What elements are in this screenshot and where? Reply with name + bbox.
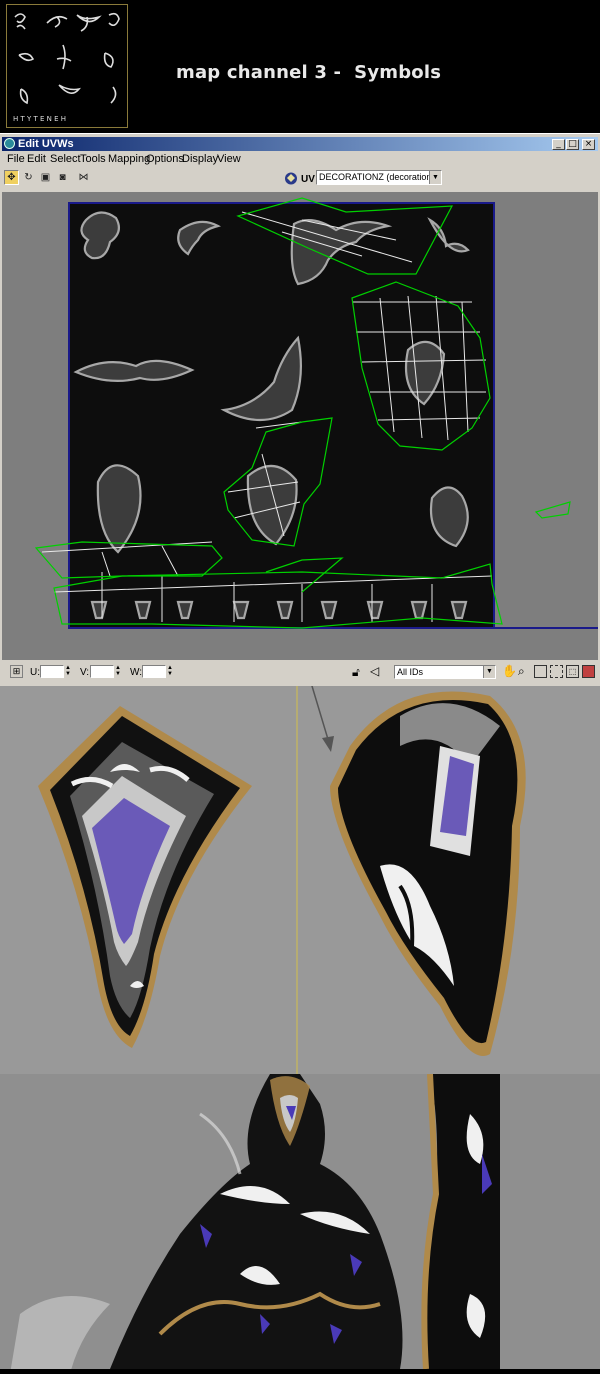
character-render (0, 1073, 600, 1374)
w-input[interactable] (142, 665, 166, 678)
texture-map-value: DECORATIONZ (decorationz.bi (319, 172, 442, 182)
menu-display[interactable]: Display (182, 153, 218, 165)
close-button[interactable]: × (582, 139, 595, 150)
channel-title: map channel 3 - Symbols (176, 62, 442, 83)
scale-tool-icon[interactable]: ▣ (38, 170, 53, 185)
texture-map-dropdown[interactable]: DECORATIONZ (decorationz.bi ▼ (316, 170, 442, 185)
window-titlebar[interactable]: Edit UVWs _ □ × (2, 137, 598, 151)
zoom-icon[interactable]: ⌕ (518, 664, 525, 679)
edit-uvws-window: Edit UVWs _ □ × File Edit Select Tools M… (0, 133, 600, 687)
uv-toolbar: ✥ ↻ ▣ ◙ ⋈ UV DECORATIONZ (decorationz.bi… (2, 168, 598, 190)
maximize-button[interactable]: □ (566, 139, 579, 150)
character-canvas (10, 1073, 500, 1374)
v-input[interactable] (90, 665, 114, 678)
menu-view[interactable]: View (217, 153, 241, 165)
menu-bar: File Edit Select Tools Mapping Options D… (2, 152, 598, 168)
paint-select-icon[interactable]: ◁ (370, 664, 379, 678)
menu-tools[interactable]: Tools (80, 153, 106, 165)
chevron-down-icon[interactable]: ▼ (429, 171, 441, 184)
menu-options[interactable]: Options (146, 153, 184, 165)
svg-text:H T Y T E N E H: H T Y T E N E H (13, 115, 66, 123)
header-banner: H T Y T E N E H map channel 3 - Symbols (0, 0, 600, 133)
helmet-render (330, 691, 526, 1056)
w-label: W: (130, 667, 143, 678)
shield-render (38, 706, 252, 1048)
rotate-tool-icon[interactable]: ↻ (21, 170, 36, 185)
menu-file[interactable]: File (7, 153, 25, 165)
lock-icon[interactable]: 🔓︎ (352, 665, 360, 680)
uv-canvas[interactable] (2, 192, 598, 660)
symbols-texture-thumbnail: H T Y T E N E H (6, 4, 128, 128)
uv-statusbar: ⊞ U: ▲ ▼ V: ▲ ▼ W: ▲ ▼ 🔓︎ ◁ All IDs ▼ ✋ ⌕ ⬚ (2, 661, 598, 683)
move-tool-icon[interactable]: ✥ (4, 170, 19, 185)
zoom-extents-icon[interactable] (550, 665, 563, 678)
u-spinner[interactable]: ▲ ▼ (64, 665, 72, 678)
material-id-value: All IDs (397, 667, 424, 677)
render-canvas (38, 645, 526, 1074)
checker-map-icon[interactable] (284, 172, 298, 185)
minimize-button[interactable]: _ (552, 139, 565, 150)
v-spinner[interactable]: ▲ ▼ (114, 665, 122, 678)
menu-edit[interactable]: Edit (27, 153, 46, 165)
zoom-region-icon[interactable] (534, 665, 547, 678)
show-map-icon[interactable] (582, 665, 595, 678)
menu-mapping[interactable]: Mapping (108, 153, 150, 165)
app-icon (4, 138, 15, 149)
render-viewports (0, 645, 600, 1074)
u-label: U: (30, 667, 40, 678)
menu-select[interactable]: Select (50, 153, 81, 165)
window-title: Edit UVWs (18, 138, 74, 150)
mirror-tool-icon[interactable]: ⋈ (76, 170, 91, 185)
pan-icon[interactable]: ✋ (502, 664, 517, 678)
v-label: V: (80, 667, 90, 678)
absolute-offset-toggle-icon[interactable]: ⊞ (10, 665, 23, 678)
uv-editor-viewport[interactable] (2, 192, 598, 660)
material-id-dropdown[interactable]: All IDs ▼ (394, 665, 496, 679)
chevron-down-icon[interactable]: ▼ (483, 666, 495, 678)
u-input[interactable] (40, 665, 64, 678)
w-spinner[interactable]: ▲ ▼ (166, 665, 174, 678)
uv-axis-label[interactable]: UV (301, 174, 315, 185)
freeform-tool-icon[interactable]: ◙ (55, 170, 70, 185)
zoom-selected-icon[interactable]: ⬚ (566, 665, 579, 678)
